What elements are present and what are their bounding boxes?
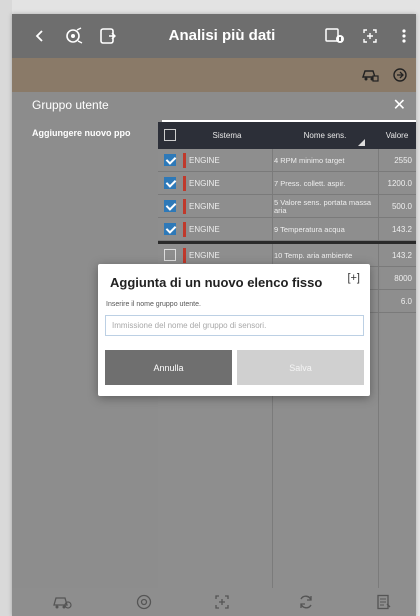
group-name-input[interactable] xyxy=(105,315,364,336)
more-icon[interactable] xyxy=(396,14,412,58)
sync-icon[interactable] xyxy=(294,592,318,612)
car-info-icon[interactable] xyxy=(322,14,348,58)
row-checkbox[interactable] xyxy=(164,200,176,212)
value-cell: 1200.0 xyxy=(387,179,412,188)
row-checkbox[interactable] xyxy=(164,177,176,189)
expand-icon[interactable]: [+] xyxy=(347,272,360,284)
record-icon[interactable] xyxy=(132,592,156,612)
top-header: Analisi più dati xyxy=(12,14,416,58)
select-all-checkbox[interactable] xyxy=(164,129,176,141)
sort-indicator-icon xyxy=(358,139,365,146)
system-cell: ENGINE xyxy=(189,156,220,165)
device-edge xyxy=(0,0,12,616)
group-title: Gruppo utente xyxy=(32,98,109,112)
value-cell: 143.2 xyxy=(391,225,412,234)
value-cell: 6.0 xyxy=(400,297,412,306)
back-icon[interactable] xyxy=(30,14,50,58)
dialog-title: Aggiunta di un nuovo elenco fisso xyxy=(110,275,323,290)
system-cell: ENGINE xyxy=(189,225,220,234)
toolbar xyxy=(12,58,416,92)
row-separator xyxy=(158,241,416,244)
value-cell: 8000 xyxy=(394,274,412,283)
value-cell: 2550 xyxy=(394,156,412,165)
system-marker xyxy=(183,199,186,214)
row-checkbox[interactable] xyxy=(164,223,176,235)
page-title: Analisi più dati xyxy=(168,27,276,44)
system-marker xyxy=(183,153,186,168)
row-checkbox[interactable] xyxy=(164,154,176,166)
car-scan-icon[interactable] xyxy=(50,592,74,612)
column-header-system[interactable]: Sistema xyxy=(182,122,272,149)
bottom-toolbar xyxy=(12,588,416,616)
settings-icon[interactable] xyxy=(62,14,86,58)
add-new-group-item[interactable]: Aggiungere nuovo ppo xyxy=(32,128,152,138)
refresh-icon[interactable] xyxy=(388,58,412,92)
add-fixed-list-dialog: Aggiunta di un nuovo elenco fisso [+] In… xyxy=(98,264,370,396)
row-checkbox[interactable] xyxy=(164,249,176,261)
cancel-button[interactable]: Annulla xyxy=(105,350,232,385)
system-marker xyxy=(183,248,186,263)
value-cell: 500.0 xyxy=(391,202,412,211)
sensor-name-cell: 7 Press. collett. aspir. xyxy=(274,178,346,188)
report-icon[interactable] xyxy=(372,592,396,612)
sensor-name-cell: 4 RPM minimo target xyxy=(274,155,345,165)
table-row[interactable]: ENGINE 5 Valore sens. portata massa aria… xyxy=(158,195,416,218)
system-marker xyxy=(183,222,186,237)
sensor-name-cell: 5 Valore sens. portata massa aria xyxy=(274,197,371,215)
app-window: Analisi più dati Gruppo utente ✕ Aggiung… xyxy=(12,14,416,616)
system-cell: ENGINE xyxy=(189,179,220,188)
car-add-icon[interactable] xyxy=(358,58,382,92)
group-name-label: Inserire il nome gruppo utente. xyxy=(106,301,201,308)
table-row[interactable]: ENGINE 9 Temperatura acqua 143.2 xyxy=(158,218,416,241)
group-panel-header: Gruppo utente ✕ xyxy=(12,92,416,120)
close-icon[interactable]: ✕ xyxy=(393,95,406,115)
table-row[interactable]: ENGINE 4 RPM minimo target 2550 xyxy=(158,149,416,172)
table-row[interactable]: ENGINE 7 Press. collett. aspir. 1200.0 xyxy=(158,172,416,195)
fullscreen-icon[interactable] xyxy=(210,592,234,612)
sensor-name-cell: 9 Temperatura acqua xyxy=(274,224,345,234)
expand-icon[interactable] xyxy=(358,14,382,58)
table-header: Sistema Nome sens. Valore xyxy=(158,122,416,149)
column-header-value[interactable]: Valore xyxy=(378,122,416,149)
value-cell: 143.2 xyxy=(391,251,412,260)
system-marker xyxy=(183,176,186,191)
save-button[interactable]: Salva xyxy=(237,350,364,385)
system-cell: ENGINE xyxy=(189,202,220,211)
